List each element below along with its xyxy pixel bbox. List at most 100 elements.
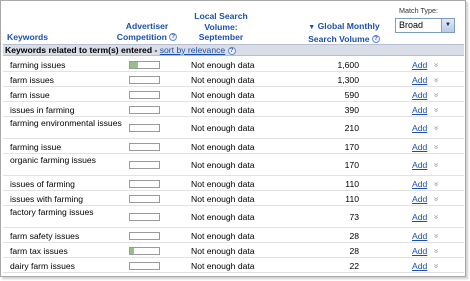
global-volume: 28 (349, 231, 359, 241)
keyword-tool-panel: Keywords Advertiser Competition ? Local … (0, 0, 466, 277)
double-chevron-down-icon[interactable]: » (431, 126, 441, 130)
col-header-global-volume[interactable]: ▼ Global Monthly Search Volume ? (303, 21, 385, 44)
global-volume: 110 (345, 179, 359, 189)
add-keyword-link[interactable]: Add (412, 105, 427, 115)
col-header-global-line1: ▼ Global Monthly (303, 21, 385, 34)
add-keyword-link[interactable]: Add (412, 90, 427, 100)
table-row: farming environmental issues Not enough d… (3, 117, 464, 139)
double-chevron-down-icon[interactable]: » (431, 249, 441, 253)
chevron-down-icon[interactable]: ▼ (441, 19, 454, 32)
table-header: Keywords Advertiser Competition ? Local … (1, 1, 465, 53)
double-chevron-down-icon[interactable]: » (431, 163, 441, 167)
col-header-competition[interactable]: Advertiser Competition ? (111, 21, 183, 42)
local-volume: Not enough data (191, 105, 255, 115)
sort-by-relevance-link[interactable]: sort by relevance (160, 45, 225, 55)
local-volume: Not enough data (191, 194, 255, 204)
global-volume: 170 (344, 160, 359, 170)
add-keyword-link[interactable]: Add (412, 60, 427, 70)
add-keyword-link[interactable]: Add (412, 246, 427, 256)
competition-bar (129, 61, 160, 69)
sort-desc-icon: ▼ (308, 24, 316, 31)
double-chevron-down-icon[interactable]: » (431, 78, 441, 82)
help-circle-icon[interactable]: ? (169, 33, 178, 42)
double-chevron-down-icon[interactable]: » (431, 264, 441, 268)
add-keyword-link[interactable]: Add (412, 160, 427, 170)
add-keyword-link[interactable]: Add (412, 212, 427, 222)
add-keyword-link[interactable]: Add (412, 179, 427, 189)
competition-bar (129, 143, 160, 151)
col-header-competition-text: Competition (116, 31, 167, 42)
double-chevron-down-icon[interactable]: » (431, 63, 441, 67)
global-volume: 1,600 (337, 60, 359, 70)
match-type-select[interactable]: Broad ▼ (395, 18, 455, 33)
table-row: issues in farming Not enough data 390 Add » (3, 102, 464, 117)
match-type-label: Match Type: (399, 6, 439, 15)
keyword-text: farm safety issues (10, 231, 80, 241)
double-chevron-down-icon[interactable]: » (431, 145, 441, 149)
keyword-text: farm issues (10, 75, 54, 85)
competition-bar-fill (130, 62, 138, 68)
table-row: farm issue Not enough data 590 Add » (3, 87, 464, 102)
col-header-keywords[interactable]: Keywords (7, 32, 48, 43)
keyword-text: issues with farming (10, 194, 84, 204)
table-row: factory farming issues Not enough data 73 A… (3, 206, 464, 228)
help-circle-icon[interactable]: ? (227, 46, 236, 55)
global-volume: 73 (349, 212, 359, 222)
add-keyword-link[interactable]: Add (412, 75, 427, 85)
keyword-text: issues of farming (10, 179, 75, 189)
add-keyword-link[interactable]: Add (412, 123, 427, 133)
global-volume: 28 (349, 246, 359, 256)
competition-bar (129, 161, 160, 169)
local-volume: Not enough data (191, 231, 255, 241)
double-chevron-down-icon[interactable]: » (431, 108, 441, 112)
competition-bar-fill (130, 248, 134, 254)
local-volume: Not enough data (191, 75, 255, 85)
col-header-global-text: Global Monthly (317, 21, 380, 31)
table-row: farming issues Not enough data 1,600 Add » (3, 57, 464, 72)
local-volume: Not enough data (191, 123, 255, 133)
col-header-competition-line1: Advertiser (125, 21, 169, 31)
add-keyword-link[interactable]: Add (412, 194, 427, 204)
double-chevron-down-icon[interactable]: » (431, 197, 441, 201)
competition-bar (129, 213, 160, 221)
competition-bar (129, 195, 160, 203)
table-row: organic farming issues Not enough data 170… (3, 154, 464, 176)
table-row: farming issue Not enough data 170 Add » (3, 139, 464, 154)
competition-bar (129, 91, 160, 99)
add-keyword-link[interactable]: Add (412, 142, 427, 152)
section-header: Keywords related to term(s) entered - so… (3, 44, 464, 56)
local-volume: Not enough data (191, 261, 255, 271)
table-row: dairy farm issues Not enough data 22 Add » (3, 258, 464, 273)
local-volume: Not enough data (191, 212, 255, 222)
competition-bar (129, 106, 160, 114)
global-volume: 210 (344, 123, 359, 133)
col-header-global-line2: Search Volume ? (303, 34, 385, 45)
double-chevron-down-icon[interactable]: » (431, 93, 441, 97)
global-volume: 22 (349, 261, 359, 271)
competition-bar (129, 262, 160, 270)
keyword-text: farming issues (10, 60, 66, 70)
col-header-local-line1: Local Search (194, 11, 248, 21)
local-volume: Not enough data (191, 90, 255, 100)
add-keyword-link[interactable]: Add (412, 261, 427, 271)
local-volume: Not enough data (191, 142, 255, 152)
double-chevron-down-icon[interactable]: » (431, 182, 441, 186)
global-volume: 110 (345, 194, 359, 204)
double-chevron-down-icon[interactable]: » (431, 234, 441, 238)
col-header-competition-line2: Competition ? (111, 32, 183, 43)
table-row: farm issues Not enough data 1,300 Add » (3, 72, 464, 87)
add-keyword-link[interactable]: Add (412, 231, 427, 241)
table-row: farm tax issues Not enough data 28 Add » (3, 243, 464, 258)
keyword-text: organic farming issues (10, 155, 96, 165)
competition-bar (129, 76, 160, 84)
global-volume: 1,300 (337, 75, 359, 85)
local-volume: Not enough data (191, 60, 255, 70)
local-volume: Not enough data (191, 160, 255, 170)
keyword-text: farm issue (10, 90, 50, 100)
keyword-text: farm tax issues (10, 246, 68, 256)
double-chevron-down-icon[interactable]: » (431, 215, 441, 219)
help-circle-icon[interactable]: ? (371, 35, 380, 44)
competition-bar (129, 180, 160, 188)
table-row: issues with farming Not enough data 110 Add… (3, 191, 464, 206)
keyword-text: dairy farm issues (10, 261, 75, 271)
